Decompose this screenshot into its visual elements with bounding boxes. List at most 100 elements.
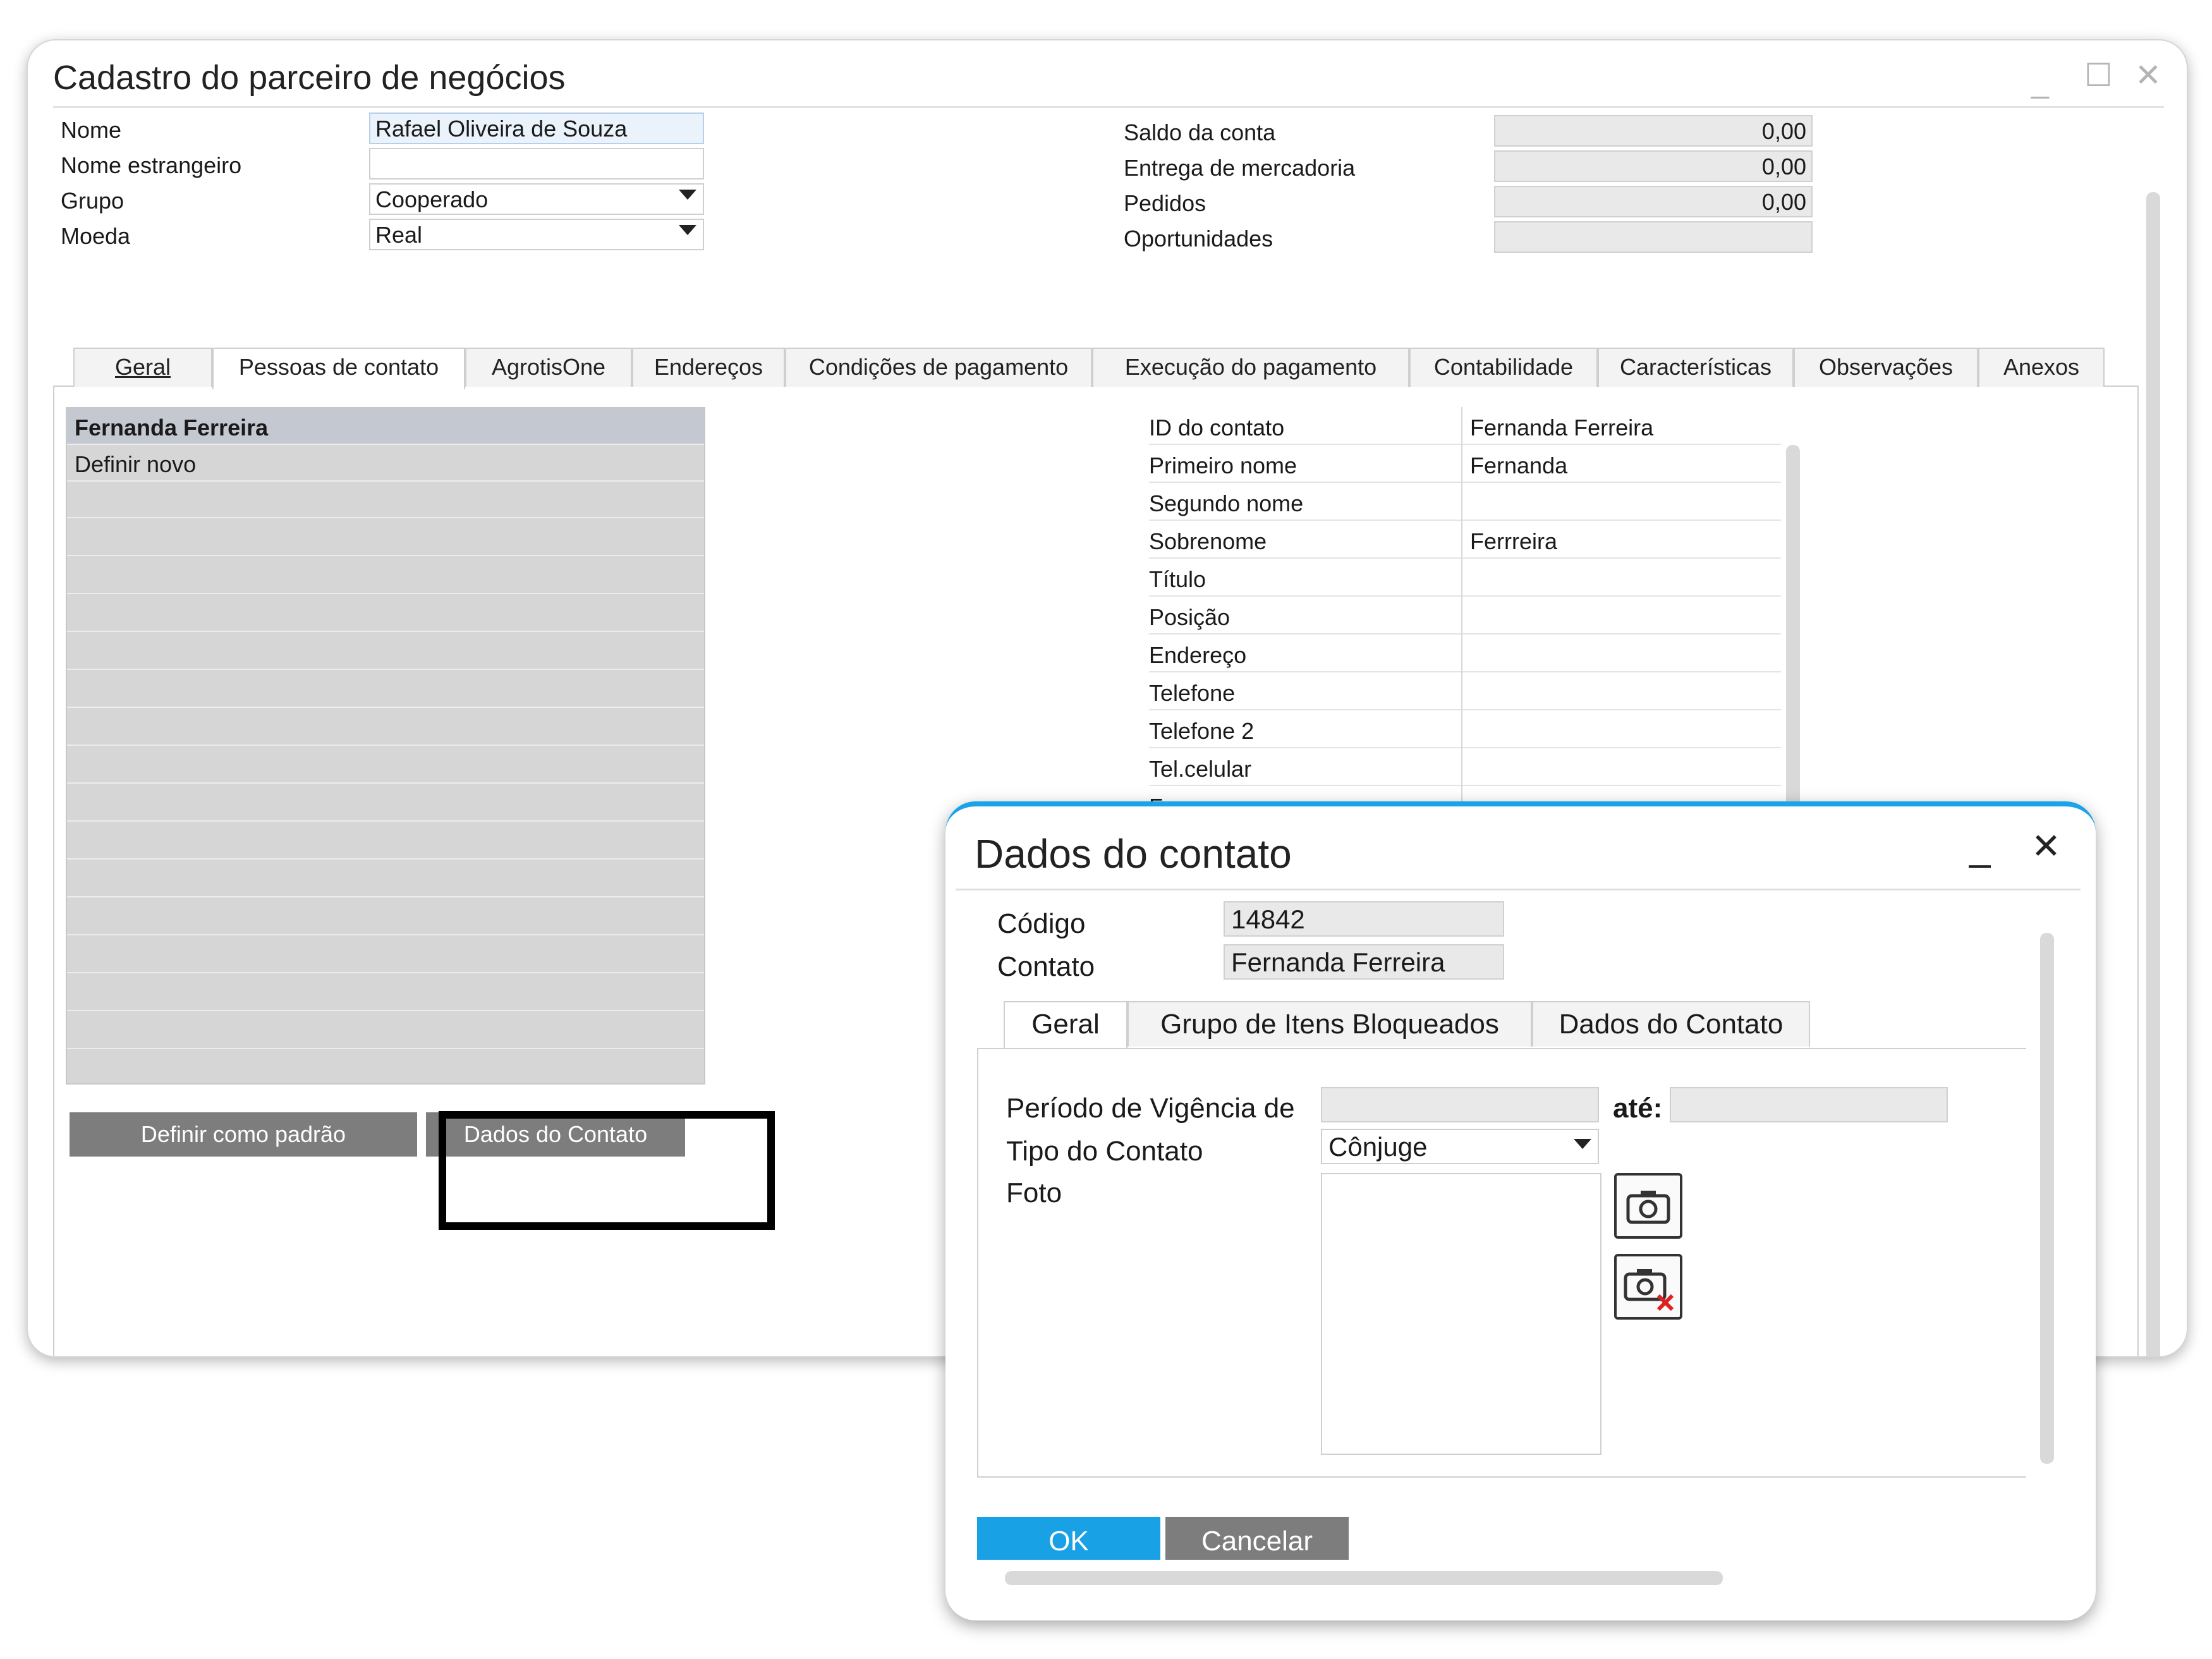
dialog-title: Dados do contato — [975, 831, 1292, 877]
contact-list-row-empty — [67, 899, 704, 935]
oportunidades-label: Oportunidades — [1124, 226, 1273, 252]
tab-pessoas-de-contato[interactable]: Pessoas de contato — [212, 348, 465, 389]
remove-photo-button[interactable] — [1614, 1254, 1682, 1320]
contact-list-row-empty — [67, 1012, 704, 1049]
detail-row: Tel.celular — [1149, 748, 1781, 786]
grupo-select[interactable]: Cooperado — [369, 183, 704, 215]
detail-separator — [1461, 521, 1462, 559]
entrega-field: 0,00 — [1494, 150, 1813, 182]
nome-estrangeiro-label: Nome estrangeiro — [61, 152, 242, 178]
detail-row: Sobrenome Ferrreira — [1149, 521, 1781, 559]
detail-label: Telefone — [1149, 680, 1236, 706]
chevron-down-icon[interactable] — [679, 190, 696, 200]
codigo-label: Código — [997, 908, 1086, 939]
contact-list-row-empty — [67, 671, 704, 708]
pedidos-field: 0,00 — [1494, 186, 1813, 217]
window-scrollbar[interactable] — [2146, 192, 2160, 1356]
detail-label: Posição — [1149, 604, 1231, 630]
dialog-tab-geral[interactable]: Geral — [1004, 1001, 1127, 1049]
detail-separator — [1461, 445, 1462, 483]
tab-anexos[interactable]: Anexos — [1978, 348, 2105, 387]
nome-label: Nome — [61, 117, 122, 143]
set-default-button[interactable]: Definir como padrão — [70, 1112, 417, 1157]
periodo-to-field[interactable] — [1670, 1087, 1948, 1122]
moeda-select[interactable]: Real — [369, 219, 704, 250]
minimize-button[interactable]: _ — [2031, 66, 2049, 97]
window-title: Cadastro do parceiro de negócios — [53, 59, 566, 97]
detail-value[interactable]: Fernanda — [1470, 453, 1567, 479]
moeda-label: Moeda — [61, 223, 131, 249]
detail-label: Tel.celular — [1149, 756, 1252, 782]
contact-list: Fernanda Ferreira Definir novo — [66, 407, 705, 1085]
dialog-horizontal-scrollbar[interactable] — [1005, 1571, 1723, 1585]
nome-estrangeiro-field[interactable] — [369, 148, 704, 179]
detail-value[interactable]: Ferrreira — [1470, 528, 1557, 555]
detail-row: Primeiro nome Fernanda — [1149, 445, 1781, 483]
camera-remove-icon — [1624, 1269, 1674, 1311]
maximize-button[interactable]: ☐ — [2084, 59, 2113, 91]
detail-label: Telefone 2 — [1149, 718, 1255, 744]
detail-row: Título — [1149, 559, 1781, 597]
grupo-label: Grupo — [61, 188, 125, 214]
contact-details: ID do contato Fernanda Ferreira Primeiro … — [1149, 407, 1781, 862]
detail-row: Endereço — [1149, 635, 1781, 672]
details-scrollbar[interactable] — [1786, 445, 1800, 849]
tab-observacoes[interactable]: Observações — [1794, 348, 1978, 387]
dialog-close-button[interactable]: ✕ — [2031, 825, 2061, 867]
tab-caracteristicas[interactable]: Características — [1598, 348, 1794, 387]
periodo-label: Período de Vigência de — [1006, 1093, 1295, 1124]
periodo-from-field[interactable] — [1321, 1087, 1599, 1122]
contact-list-row-empty — [67, 975, 704, 1011]
dialog-tab-dados-do-contato[interactable]: Dados do Contato — [1532, 1001, 1810, 1047]
tab-contabilidade[interactable]: Contabilidade — [1409, 348, 1598, 387]
contact-list-row-empty — [67, 823, 704, 860]
contact-list-row-empty — [67, 557, 704, 594]
detail-label: Primeiro nome — [1149, 453, 1297, 478]
tab-condicoes-de-pagamento[interactable]: Condições de pagamento — [785, 348, 1092, 387]
chevron-down-icon[interactable] — [1574, 1139, 1591, 1149]
contact-list-row-empty — [67, 861, 704, 897]
tab-enderecos[interactable]: Endereços — [632, 348, 785, 387]
cancel-button[interactable]: Cancelar — [1165, 1517, 1349, 1560]
title-divider — [53, 106, 2164, 108]
close-button[interactable]: ✕ — [2135, 59, 2161, 91]
detail-row: Telefone — [1149, 672, 1781, 710]
contact-list-row-empty — [67, 633, 704, 670]
detail-separator — [1461, 672, 1462, 710]
dialog-scrollbar[interactable] — [2040, 933, 2054, 1464]
contact-data-dialog: Dados do contato _ ✕ Código 14842 Contat… — [945, 801, 2096, 1620]
detail-separator — [1461, 635, 1462, 672]
detail-label: Endereço — [1149, 642, 1247, 668]
detail-row: Posição — [1149, 597, 1781, 635]
contato-field: Fernanda Ferreira — [1224, 944, 1504, 980]
tipo-contato-value: Cônjuge — [1328, 1132, 1428, 1162]
saldo-field: 0,00 — [1494, 115, 1813, 147]
detail-value[interactable]: Fernanda Ferreira — [1470, 415, 1653, 441]
photo-area[interactable] — [1321, 1173, 1601, 1455]
tipo-contato-select[interactable]: Cônjuge — [1321, 1129, 1599, 1164]
contact-list-row-empty — [67, 482, 704, 518]
dialog-minimize-button[interactable]: _ — [1969, 825, 1990, 869]
contact-list-row-empty — [67, 937, 704, 973]
contact-list-item[interactable]: Fernanda Ferreira — [67, 408, 704, 445]
contact-list-row-empty — [67, 785, 704, 822]
contact-list-row-empty — [67, 747, 704, 784]
dialog-tab-grupo-itens-bloqueados[interactable]: Grupo de Itens Bloqueados — [1127, 1001, 1532, 1047]
tipo-contato-label: Tipo do Contato — [1006, 1136, 1203, 1167]
add-photo-button[interactable] — [1614, 1173, 1682, 1239]
ate-label: até: — [1613, 1093, 1663, 1124]
contact-list-row-empty — [67, 520, 704, 556]
ok-button[interactable]: OK — [977, 1517, 1160, 1560]
tab-execucao-do-pagamento[interactable]: Execução do pagamento — [1092, 348, 1409, 387]
dialog-tab-bar: Geral Grupo de Itens Bloqueados Dados do… — [1004, 1001, 1844, 1049]
pedidos-label: Pedidos — [1124, 190, 1206, 216]
contact-list-item[interactable]: Definir novo — [67, 445, 704, 482]
detail-label: Segundo nome — [1149, 490, 1304, 516]
tab-agrotisone[interactable]: AgrotisOne — [465, 348, 632, 387]
contact-list-row-empty — [67, 709, 704, 746]
nome-field[interactable]: Rafael Oliveira de Souza — [369, 112, 704, 144]
chevron-down-icon[interactable] — [679, 225, 696, 235]
codigo-field: 14842 — [1224, 901, 1504, 937]
tab-geral[interactable]: Geral — [73, 348, 212, 387]
contato-label: Contato — [997, 951, 1095, 982]
